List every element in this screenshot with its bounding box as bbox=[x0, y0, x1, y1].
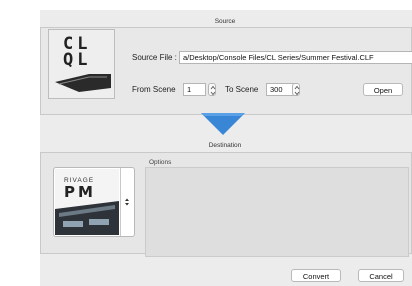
select-arrows-icon bbox=[125, 198, 129, 206]
rivage-pm-image: RIVAGE PM bbox=[55, 169, 119, 235]
options-panel bbox=[145, 167, 409, 257]
to-scene-stepper[interactable] bbox=[292, 83, 300, 96]
from-scene-label: From Scene bbox=[132, 85, 176, 94]
from-scene-stepper[interactable] bbox=[208, 83, 216, 96]
console-selector[interactable]: RIVAGE PM bbox=[53, 167, 135, 237]
from-scene-field[interactable]: 1 bbox=[183, 83, 206, 96]
down-arrow-icon bbox=[201, 113, 245, 135]
destination-panel: RIVAGE PM Options bbox=[40, 152, 412, 257]
source-panel: CL QL Source File : a/Desktop/Console Fi… bbox=[40, 27, 412, 115]
console-selector-divider bbox=[120, 168, 121, 236]
destination-section-title: Destination bbox=[208, 142, 242, 149]
convert-button[interactable]: Convert bbox=[291, 269, 341, 282]
converter-dialog: Source CL QL Source File : a/Desktop/Con… bbox=[40, 10, 412, 286]
source-section-title: Source bbox=[214, 18, 236, 25]
stepper-arrows-icon bbox=[210, 85, 216, 96]
ql-logo-text: QL bbox=[63, 50, 92, 70]
to-scene-label: To Scene bbox=[225, 85, 259, 94]
source-file-field[interactable]: a/Desktop/Console Files/CL Series/Summer… bbox=[179, 51, 412, 64]
source-file-label: Source File : bbox=[132, 53, 177, 62]
pm-logo-text: PM bbox=[64, 183, 96, 201]
to-scene-field[interactable]: 300 bbox=[266, 83, 295, 96]
cl-ql-logo: CL QL bbox=[48, 29, 115, 99]
options-label: Options bbox=[149, 159, 172, 166]
cancel-button[interactable]: Cancel bbox=[358, 269, 404, 282]
stepper-arrows-icon bbox=[294, 85, 300, 96]
open-button[interactable]: Open bbox=[363, 83, 403, 96]
